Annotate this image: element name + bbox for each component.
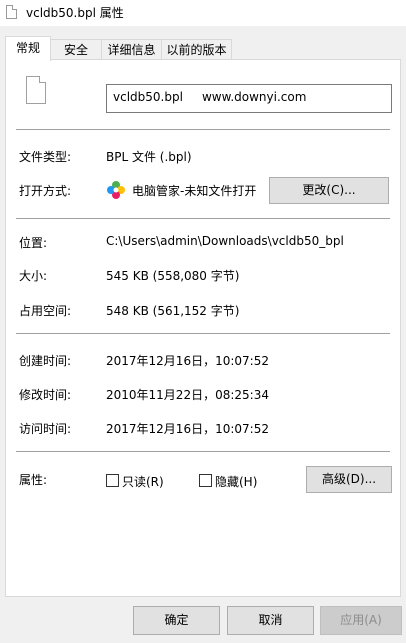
readonly-label[interactable]: 只读(R) [122,473,164,490]
separator [16,129,390,130]
separator [16,451,390,452]
file-name-field[interactable]: vcldb50.bpl www.downyi.com [106,84,392,113]
size-label: 大小: [19,269,48,283]
title-bar: vcldb50.bpl 属性 [0,0,406,26]
tab-previous-versions[interactable]: 以前的版本 [161,39,232,59]
hidden-checkbox[interactable] [199,474,212,487]
created-label: 创建时间: [19,354,72,368]
apply-button[interactable]: 应用(A) [320,606,402,635]
file-type-label: 文件类型: [19,150,72,164]
accessed-value: 2017年12月16日，10:07:52 [106,422,269,436]
general-panel: vcldb50.bpl www.downyi.com 文件类型: BPL 文件 … [5,59,401,597]
opens-with-label: 打开方式: [19,184,72,198]
tencent-pc-manager-icon [107,181,125,199]
location-label: 位置: [19,236,48,250]
separator [16,333,390,334]
accessed-label: 访问时间: [19,422,72,436]
cancel-button[interactable]: 取消 [227,606,314,635]
file-icon [26,76,46,104]
modified-value: 2010年11月22日，08:25:34 [106,388,269,402]
size-value: 545 KB (558,080 字节) [106,269,240,283]
opens-with-value: 电脑管家-未知文件打开 [132,184,257,198]
size-on-disk-value: 548 KB (561,152 字节) [106,304,240,318]
readonly-checkbox[interactable] [106,474,119,487]
change-button[interactable]: 更改(C)... [269,177,389,204]
window-title: vcldb50.bpl 属性 [26,6,124,20]
file-type-value: BPL 文件 (.bpl) [106,150,192,164]
advanced-button[interactable]: 高级(D)... [306,466,392,493]
file-icon [6,5,17,19]
location-value: C:\Users\admin\Downloads\vcldb50_bpl [106,234,344,248]
tab-bar: 常规 安全 详细信息 以前的版本 [0,36,406,61]
tab-security[interactable]: 安全 [50,39,102,59]
tab-general[interactable]: 常规 [5,36,51,61]
attributes-label: 属性: [19,473,48,487]
modified-label: 修改时间: [19,388,72,402]
tab-details[interactable]: 详细信息 [101,39,162,59]
separator [16,218,390,219]
ok-button[interactable]: 确定 [133,606,220,635]
created-value: 2017年12月16日，10:07:52 [106,354,269,368]
size-on-disk-label: 占用空间: [19,304,72,318]
hidden-label[interactable]: 隐藏(H) [215,473,257,490]
